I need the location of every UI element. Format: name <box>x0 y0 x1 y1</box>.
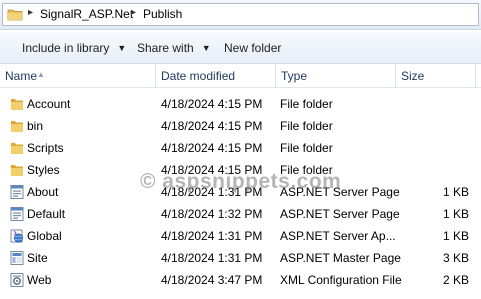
master-page-icon <box>10 251 24 265</box>
include-in-library-label: Include in library <box>22 41 110 55</box>
aspx-page-icon <box>10 207 24 221</box>
file-size: 1 KB <box>442 185 469 199</box>
folder-icon <box>11 121 23 132</box>
column-name-label: Name <box>5 69 38 83</box>
list-item[interactable]: bin 4/18/2024 4:15 PM File folder <box>0 115 481 137</box>
file-name: Scripts <box>27 141 64 155</box>
file-name: About <box>27 185 59 199</box>
include-in-library-button[interactable]: Include in library ▼ <box>22 41 126 55</box>
folder-icon <box>11 143 23 154</box>
new-folder-button[interactable]: New folder <box>224 41 281 55</box>
list-item[interactable]: Web 4/18/2024 3:47 PM XML Configuration … <box>0 269 481 291</box>
column-date-label: Date modified <box>161 69 236 83</box>
share-with-label: Share with <box>137 41 194 55</box>
file-type: ASP.NET Master Page <box>280 251 401 265</box>
file-size: 3 KB <box>442 251 469 265</box>
file-name: Default <box>27 207 66 221</box>
column-header-size[interactable]: Size <box>396 64 476 88</box>
file-name: Account <box>27 97 71 111</box>
file-date: 4/18/2024 4:15 PM <box>161 141 263 155</box>
file-name: Global <box>27 229 62 243</box>
share-with-button[interactable]: Share with ▼ <box>137 41 211 55</box>
address-box[interactable]: ▸ SignalR_ASP.Net ▸ Publish <box>2 3 479 26</box>
column-header-type[interactable]: Type <box>276 64 396 88</box>
list-item[interactable]: Scripts 4/18/2024 4:15 PM File folder <box>0 137 481 159</box>
breadcrumb-separator[interactable]: ▸ <box>131 7 136 18</box>
config-file-icon <box>10 273 24 287</box>
folder-icon <box>11 99 23 110</box>
file-date: 4/18/2024 1:31 PM <box>161 251 263 265</box>
chevron-down-icon: ▼ <box>117 43 127 53</box>
file-type: ASP.NET Server Page <box>280 207 400 221</box>
file-size: 1 KB <box>442 207 469 221</box>
column-header-date[interactable]: Date modified <box>156 64 276 88</box>
column-type-label: Type <box>281 69 308 83</box>
watermark: © aspsnippets.com <box>140 170 342 193</box>
global-asax-icon <box>10 229 23 243</box>
column-size-label: Size <box>401 69 425 83</box>
list-item[interactable]: Site 4/18/2024 1:31 PM ASP.NET Master Pa… <box>0 247 481 269</box>
list-item[interactable]: Default 4/18/2024 1:32 PM ASP.NET Server… <box>0 203 481 225</box>
file-type: XML Configuration File <box>280 273 402 287</box>
list-item[interactable]: Account 4/18/2024 4:15 PM File folder <box>0 93 481 115</box>
file-size: 1 KB <box>442 229 469 243</box>
sort-ascending-icon: ▲ <box>37 70 45 79</box>
file-name: Site <box>27 251 48 265</box>
file-name: Styles <box>27 163 60 177</box>
file-name: bin <box>27 119 44 133</box>
aspx-page-icon <box>10 185 24 199</box>
file-type: File folder <box>280 141 333 155</box>
file-date: 4/18/2024 1:31 PM <box>161 229 263 243</box>
list-item[interactable]: Global 4/18/2024 1:31 PM ASP.NET Server … <box>0 225 481 247</box>
column-header-name[interactable]: Name ▲ <box>0 64 156 88</box>
file-type: File folder <box>280 119 333 133</box>
file-type: File folder <box>280 97 333 111</box>
file-date: 4/18/2024 4:15 PM <box>161 119 263 133</box>
folder-icon <box>11 165 23 176</box>
breadcrumb-separator[interactable]: ▸ <box>28 7 33 18</box>
file-size: 2 KB <box>442 273 469 287</box>
chevron-down-icon: ▼ <box>201 43 211 53</box>
new-folder-label: New folder <box>224 41 282 55</box>
address-bar: ▸ SignalR_ASP.Net ▸ Publish <box>0 0 481 30</box>
file-name: Web <box>27 273 52 287</box>
column-headers: Name ▲ Date modified Type Size <box>0 64 481 88</box>
file-date: 4/18/2024 4:15 PM <box>161 97 263 111</box>
file-date: 4/18/2024 1:32 PM <box>161 207 263 221</box>
folder-icon <box>7 9 23 21</box>
file-date: 4/18/2024 3:47 PM <box>161 273 263 287</box>
command-bar: Include in library ▼ Share with ▼ New fold… <box>0 32 481 64</box>
breadcrumb-signalr[interactable]: SignalR_ASP.Net <box>40 7 133 21</box>
breadcrumb-publish[interactable]: Publish <box>143 7 182 21</box>
file-type: ASP.NET Server Ap... <box>280 229 396 243</box>
